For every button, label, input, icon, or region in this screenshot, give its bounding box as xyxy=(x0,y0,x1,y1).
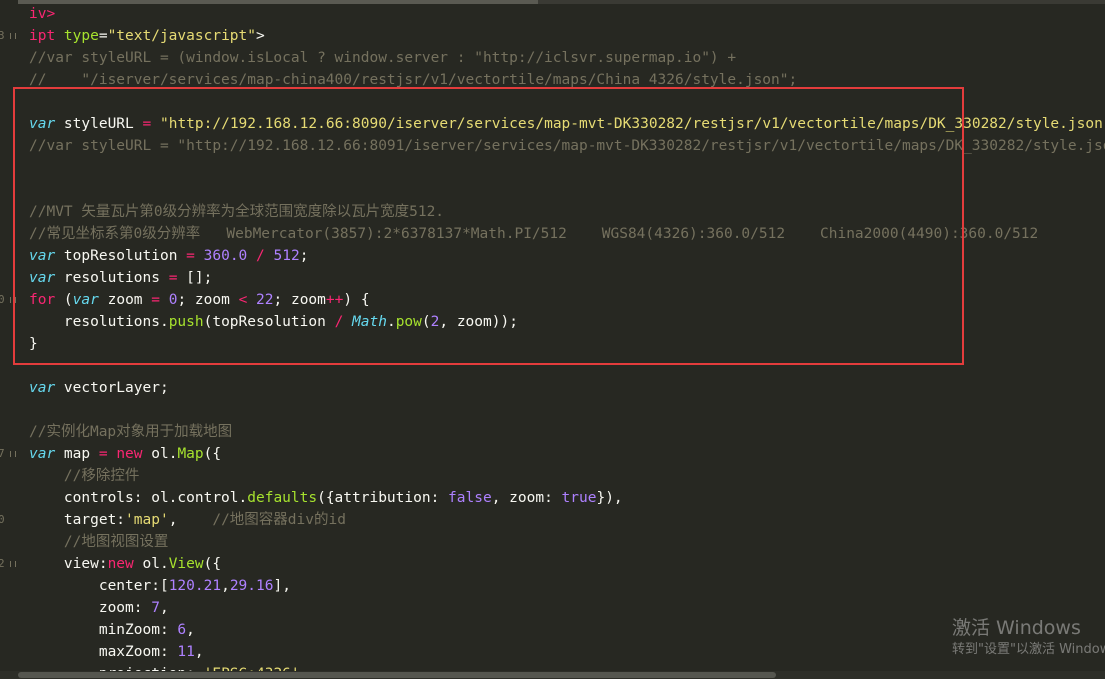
code-token: view: xyxy=(29,556,108,572)
code-token: type xyxy=(63,28,99,44)
code-token: ol. xyxy=(133,556,169,572)
code-text: ipt type="text/javascript"> xyxy=(29,25,265,47)
code-token: 29.16 xyxy=(229,578,274,594)
code-line[interactable]: //地图视图设置 xyxy=(0,531,1105,553)
code-line[interactable]: controls: ol.control.defaults({attributi… xyxy=(0,487,1105,509)
code-token: > xyxy=(255,28,265,44)
code-text: minZoom: 6, xyxy=(29,619,195,641)
code-text: var map = new ol.Map({ xyxy=(29,443,221,465)
code-token: }), xyxy=(596,490,623,506)
code-line[interactable] xyxy=(0,399,1105,421)
code-token: , zoom: xyxy=(491,490,562,506)
code-token: ], xyxy=(273,578,291,594)
code-line[interactable]: minZoom: 6, xyxy=(0,619,1105,641)
code-line[interactable]: 7 var map = new ol.Map({ xyxy=(0,443,1105,465)
fold-marker-icon[interactable] xyxy=(10,561,16,567)
line-number: 2 xyxy=(0,557,5,570)
code-text: //移除控件 xyxy=(29,465,139,487)
code-line[interactable]: //移除控件 xyxy=(0,465,1105,487)
fold-marker-icon[interactable] xyxy=(10,33,16,39)
code-line[interactable]: //实例化Map对象用于加载地图 xyxy=(0,421,1105,443)
code-token: target: xyxy=(29,512,126,528)
code-text: center:[120.21,29.16], xyxy=(29,575,291,597)
code-token: //var styleURL = (window.isLocal ? windo… xyxy=(29,50,737,66)
code-token: , xyxy=(186,622,195,638)
horizontal-scrollbar[interactable] xyxy=(0,671,1105,679)
fold-marker-icon[interactable] xyxy=(10,451,16,457)
code-token: ipt xyxy=(29,28,64,44)
code-token: 120.21 xyxy=(168,578,222,594)
code-token: false xyxy=(448,490,492,506)
code-token: 11 xyxy=(177,644,195,660)
code-text: //var styleURL = (window.isLocal ? windo… xyxy=(29,47,736,69)
code-token: map xyxy=(55,446,99,462)
code-token: = xyxy=(98,446,108,462)
code-text: var vectorLayer; xyxy=(29,377,169,399)
code-token: , xyxy=(168,512,213,528)
code-token: 6 xyxy=(177,622,187,638)
code-text: //实例化Map对象用于加载地图 xyxy=(29,421,232,443)
code-token: maxZoom: xyxy=(29,644,178,660)
code-token: ol. xyxy=(142,446,178,462)
line-number: 7 xyxy=(0,447,5,460)
code-token: var xyxy=(29,446,56,462)
code-token: center:[ xyxy=(29,578,169,594)
code-text: //地图视图设置 xyxy=(29,531,168,553)
code-token: //移除控件 xyxy=(63,468,140,484)
code-token: new xyxy=(107,556,134,572)
watermark-subtitle: 转到"设置"以激活 Windows。 xyxy=(952,642,1105,657)
code-text: view:new ol.View({ xyxy=(29,553,221,575)
windows-activation-watermark: 激活 Windows 转到"设置"以激活 Windows。 xyxy=(952,615,1105,659)
code-line[interactable]: zoom: 7, xyxy=(0,597,1105,619)
code-line[interactable]: iv> xyxy=(0,3,1105,25)
code-token: var xyxy=(29,380,56,396)
code-token: controls: ol.control. xyxy=(29,490,248,506)
code-token: zoom: xyxy=(29,600,152,616)
code-editor[interactable]: iv> 3 ipt type="text/javascript">//var sty… xyxy=(0,0,1105,679)
code-token: "text/javascript" xyxy=(107,28,256,44)
code-token: //地图容器div的id xyxy=(212,512,346,528)
code-token: ({ xyxy=(203,446,222,462)
code-line[interactable]: 2 view:new ol.View({ xyxy=(0,553,1105,575)
code-token: true xyxy=(561,490,597,506)
code-token: defaults xyxy=(247,490,318,506)
code-token: vectorLayer; xyxy=(55,380,169,396)
code-token: ({attribution: xyxy=(317,490,449,506)
code-token: = xyxy=(98,28,108,44)
code-token: , xyxy=(221,578,230,594)
code-token: minZoom: xyxy=(29,622,178,638)
code-text: zoom: 7, xyxy=(29,597,169,619)
code-token: Map xyxy=(177,446,204,462)
line-number: 0 xyxy=(0,513,5,526)
line-number: 0 xyxy=(0,293,5,306)
code-token: //实例化Map对象用于加载地图 xyxy=(29,424,233,440)
code-token: // "/iserver/services/map-china400/restj… xyxy=(29,72,798,88)
highlight-annotation-box xyxy=(13,87,964,365)
code-line[interactable]: var vectorLayer; xyxy=(0,377,1105,399)
code-line[interactable]: 0 target:'map', //地图容器div的id xyxy=(0,509,1105,531)
code-token: 7 xyxy=(151,600,160,616)
watermark-title: 激活 Windows xyxy=(952,617,1081,639)
scrollbar-thumb[interactable] xyxy=(18,672,776,678)
code-line[interactable]: maxZoom: 11, xyxy=(0,641,1105,663)
code-token: iv> xyxy=(29,6,56,22)
code-token: , xyxy=(194,644,204,660)
code-line[interactable]: //var styleURL = (window.isLocal ? windo… xyxy=(0,47,1105,69)
code-token: new xyxy=(116,446,143,462)
code-token: 'map' xyxy=(125,512,169,528)
code-text: iv> xyxy=(29,3,55,25)
line-number: 3 xyxy=(0,29,5,42)
code-token: //地图视图设置 xyxy=(63,534,169,550)
code-text: maxZoom: 11, xyxy=(29,641,204,663)
code-text: controls: ol.control.defaults({attributi… xyxy=(29,487,623,509)
code-text: target:'map', //地图容器div的id xyxy=(29,509,346,531)
code-token: , xyxy=(159,600,169,616)
code-token: ({ xyxy=(203,556,222,572)
code-line[interactable]: 3 ipt type="text/javascript"> xyxy=(0,25,1105,47)
code-token: View xyxy=(168,556,204,572)
code-line[interactable]: center:[120.21,29.16], xyxy=(0,575,1105,597)
